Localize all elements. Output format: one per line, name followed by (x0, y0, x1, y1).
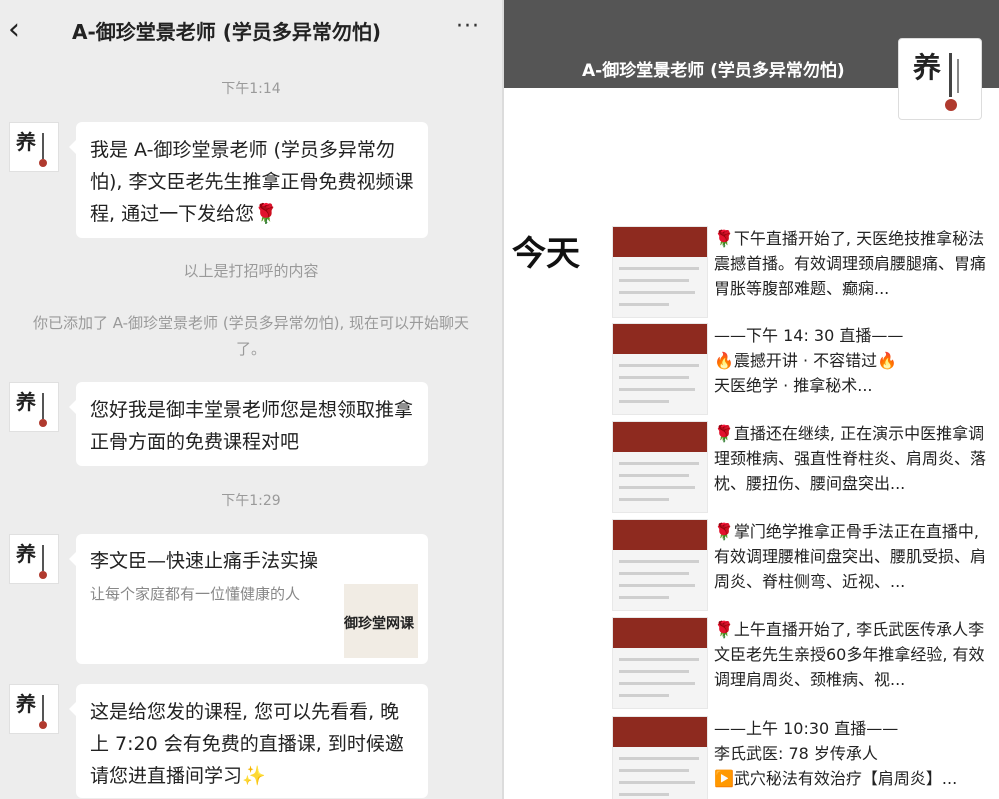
thumbnail-banner (613, 717, 707, 747)
avatar-glyph: 养 (15, 542, 36, 566)
channel-logo[interactable]: 养 (898, 38, 982, 120)
system-notice: 你已添加了 A-御珍堂景老师 (学员多异常勿怕), 现在可以开始聊天了。 (32, 314, 470, 358)
avatar[interactable]: 养 (9, 684, 59, 734)
thumbnail-banner (613, 324, 707, 354)
card-description: 让每个家庭都有一位懂健康的人 (90, 585, 301, 603)
message-bubble[interactable]: 我是 A-御珍堂景老师 (学员多异常勿怕), 李文臣老先生推拿正骨免费视频课程,… (69, 122, 428, 238)
logo-glyph: 养 (913, 51, 941, 84)
chat-panel: ‹ A-御珍堂景老师 (学员多异常勿怕) ··· 下午1:14 养 我是 A-御… (0, 0, 502, 799)
post-text: 🌹上午直播开始了, 李氏武医传承人李文臣老先生亲授60多年推拿经验, 有效调理肩… (714, 620, 985, 689)
post-thumbnail (612, 226, 708, 318)
thumbnail-banner (613, 520, 707, 550)
feed-item[interactable]: ——下午 14: 30 直播—— 🔥震撼开讲 · 不容错过🔥 天医绝学 · 推拿… (612, 323, 997, 419)
post-text: ——下午 14: 30 直播—— 🔥震撼开讲 · 不容错过🔥 天医绝学 · 推拿… (714, 326, 904, 395)
avatar-glyph: 养 (15, 692, 36, 716)
chat-header: ‹ A-御珍堂景老师 (学员多异常勿怕) ··· (0, 0, 502, 62)
thumbnail-banner (613, 422, 707, 452)
timestamp: 下午1:14 (221, 81, 281, 97)
thumbnail-banner (613, 227, 707, 257)
avatar[interactable]: 养 (9, 534, 59, 584)
timestamp: 下午1:29 (221, 493, 281, 509)
post-thumbnail (612, 323, 708, 415)
card-title: 李文臣—快速止痛手法实操 (90, 550, 319, 572)
post-text: 🌹掌门绝学推拿正骨手法正在直播中, 有效调理腰椎间盘突出、腰肌受损、肩周炎、脊柱… (714, 522, 987, 591)
feed-item[interactable]: 🌹直播还在继续, 正在演示中医推拿调理颈椎病、强直性脊柱炎、肩周炎、落枕、腰扭伤… (612, 421, 997, 517)
channel-panel: A-御珍堂景老师 (学员多异常勿怕) 养 今天 🌹下午直播开始了, 天医绝技推拿… (504, 0, 999, 799)
feed-item[interactable]: 🌹上午直播开始了, 李氏武医传承人李文臣老先生亲授60多年推拿经验, 有效调理肩… (612, 617, 997, 713)
feed-item[interactable]: 🌹掌门绝学推拿正骨手法正在直播中, 有效调理腰椎间盘突出、腰肌受损、肩周炎、脊柱… (612, 519, 997, 615)
chat-title: A-御珍堂景老师 (学员多异常勿怕) (72, 20, 382, 44)
post-text: ——上午 10:30 直播—— 李氏武医: 78 岁传承人 ▶️武穴秘法有效治疗… (714, 719, 958, 788)
channel-title: A-御珍堂景老师 (学员多异常勿怕) (582, 61, 845, 81)
feed-item[interactable]: 🌹下午直播开始了, 天医绝技推拿秘法震撼首播。有效调理颈肩腰腿痛、胃痛胃胀等腹部… (612, 226, 997, 322)
avatar[interactable]: 养 (9, 382, 59, 432)
message-bubble[interactable]: 您好我是御丰堂景老师您是想领取推拿正骨方面的免费课程对吧 (69, 382, 428, 466)
post-thumbnail (612, 519, 708, 611)
avatar[interactable]: 养 (9, 122, 59, 172)
message-bubble[interactable]: 这是给您发的课程, 您可以先看看, 晚上 7:20 会有免费的直播课, 到时候邀… (69, 684, 428, 798)
feed-item[interactable]: ——上午 10:30 直播—— 李氏武医: 78 岁传承人 ▶️武穴秘法有效治疗… (612, 716, 997, 799)
card-thumbnail: 御珍堂网课 (344, 584, 418, 658)
post-text: 🌹直播还在继续, 正在演示中医推拿调理颈椎病、强直性脊柱炎、肩周炎、落枕、腰扭伤… (714, 424, 987, 493)
more-icon[interactable]: ··· (456, 14, 480, 39)
link-card[interactable]: 李文臣—快速止痛手法实操 让每个家庭都有一位懂健康的人 御珍堂网课 (69, 534, 428, 664)
post-thumbnail (612, 716, 708, 799)
date-heading: 今天 (512, 234, 580, 274)
post-text: 🌹下午直播开始了, 天医绝技推拿秘法震撼首播。有效调理颈肩腰腿痛、胃痛胃胀等腹部… (714, 229, 987, 298)
avatar-glyph: 养 (15, 390, 36, 414)
back-icon[interactable]: ‹ (8, 12, 20, 47)
card-thumbnail-text: 御珍堂网课 (344, 616, 414, 632)
avatar-glyph: 养 (15, 130, 36, 154)
system-notice: 以上是打招呼的内容 (183, 262, 319, 280)
thumbnail-banner (613, 618, 707, 648)
post-thumbnail (612, 617, 708, 709)
post-thumbnail (612, 421, 708, 513)
